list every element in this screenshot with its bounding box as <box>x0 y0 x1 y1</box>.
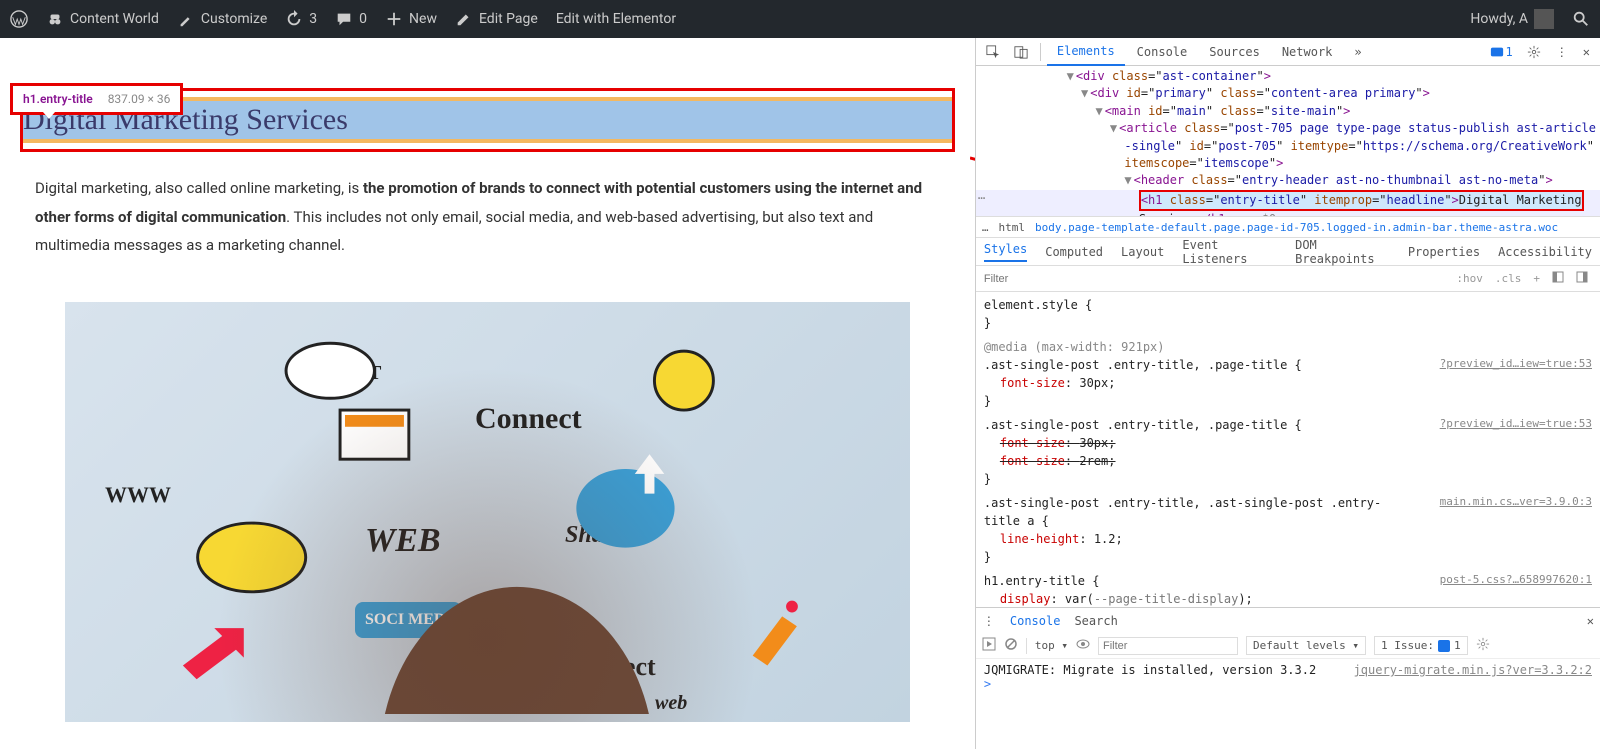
kebab-icon[interactable]: ⋮ <box>1549 41 1575 63</box>
cls-toggle[interactable]: .cls <box>1489 272 1528 285</box>
close-icon[interactable]: ✕ <box>1577 41 1596 63</box>
tooltip-selector: h1.entry-title <box>23 92 93 106</box>
dom-selected-h1[interactable]: <h1 class="entry-title" itemprop="headli… <box>1139 190 1584 211</box>
inspect-icon[interactable] <box>980 41 1006 63</box>
search-icon[interactable] <box>1572 10 1590 28</box>
sidebar-toggle-icon[interactable] <box>1570 271 1594 286</box>
customize-link[interactable]: Customize <box>177 10 267 28</box>
issues-badge[interactable]: 1 <box>1484 41 1519 63</box>
wp-logo[interactable] <box>10 10 28 28</box>
inspect-tooltip: h1.entry-title 837.09 × 36 <box>10 83 183 115</box>
tab-layout[interactable]: Layout <box>1121 245 1164 259</box>
tab-properties[interactable]: Properties <box>1408 245 1480 259</box>
dom-tree[interactable]: ▼<div class="ast-container"> ▼<div id="p… <box>976 66 1600 216</box>
eye-icon[interactable] <box>1076 637 1090 654</box>
page-paragraph: Digital marketing, also called online ma… <box>0 152 975 282</box>
styles-rules[interactable]: element.style { } @media (max-width: 921… <box>976 292 1600 607</box>
new-link[interactable]: New <box>385 10 437 28</box>
hero-image: CHAT Connect WWW WEB Share nnect web SOC… <box>65 302 910 722</box>
comments-link[interactable]: 0 <box>335 10 367 28</box>
updates-link[interactable]: 3 <box>285 10 317 28</box>
console-output[interactable]: JQMIGRATE: Migrate is installed, version… <box>976 659 1600 749</box>
styles-filter-input[interactable] <box>982 271 1451 287</box>
hov-toggle[interactable]: :hov <box>1450 272 1489 285</box>
console-issues-button[interactable]: 1 Issue: 1 <box>1374 636 1468 655</box>
console-filter-input[interactable] <box>1098 637 1238 655</box>
console-source-link[interactable]: jquery-migrate.min.js?ver=3.3.2:2 <box>1354 663 1592 677</box>
context-selector[interactable]: top ▾ <box>1035 639 1068 652</box>
devtools-panel: Elements Console Sources Network » 1 ⋮ ✕… <box>975 38 1600 749</box>
gear-icon[interactable] <box>1521 41 1547 63</box>
tab-more[interactable]: » <box>1344 39 1371 65</box>
console-message: JQMIGRATE: Migrate is installed, version… <box>984 663 1316 677</box>
device-toggle-icon[interactable] <box>1008 41 1034 63</box>
console-controls: top ▾ Default levels ▾ 1 Issue: 1 <box>976 633 1600 659</box>
tab-sources[interactable]: Sources <box>1199 39 1270 65</box>
rule-source-link[interactable]: main.min.cs…ver=3.9.0:3 <box>1440 494 1592 511</box>
tab-computed[interactable]: Computed <box>1045 245 1103 259</box>
tab-styles[interactable]: Styles <box>984 242 1027 262</box>
site-name-label: Content World <box>70 11 159 27</box>
tab-accessibility[interactable]: Accessibility <box>1498 245 1592 259</box>
computed-toggle-icon[interactable] <box>1546 271 1570 286</box>
tab-dom-breakpoints[interactable]: DOM Breakpoints <box>1295 238 1390 266</box>
console-drawer-tabs: ⋮ Console Search ✕ <box>976 607 1600 633</box>
avatar <box>1534 9 1554 29</box>
rule-source-link[interactable]: ?preview_id…iew=true:53 <box>1440 416 1592 433</box>
page-preview: h1.entry-title 837.09 × 36 Digital Marke… <box>0 38 975 749</box>
drawer-tab-search[interactable]: Search <box>1074 614 1117 628</box>
annotation-arrow <box>970 138 975 208</box>
edit-elementor-link[interactable]: Edit with Elementor <box>556 11 676 27</box>
doodle-layer <box>65 302 910 715</box>
tooltip-dimensions: 837.09 × 36 <box>108 92 171 106</box>
log-levels-selector[interactable]: Default levels ▾ <box>1246 636 1366 655</box>
rule-source-link[interactable]: post-5.css?…658997620:1 <box>1440 572 1592 589</box>
clear-console-icon[interactable] <box>1004 637 1018 654</box>
console-gear-icon[interactable] <box>1476 637 1490 654</box>
drawer-close-icon[interactable]: ✕ <box>1587 614 1594 628</box>
console-prompt[interactable]: > <box>984 677 991 691</box>
styles-tabs: Styles Computed Layout Event Listeners D… <box>976 238 1600 266</box>
tab-console[interactable]: Console <box>1127 39 1198 65</box>
console-sidebar-icon[interactable] <box>982 637 996 654</box>
site-name-link[interactable]: Content World <box>46 10 159 28</box>
tab-elements[interactable]: Elements <box>1047 38 1125 66</box>
edit-page-link[interactable]: Edit Page <box>455 10 538 28</box>
styles-filter-bar: :hov .cls + <box>976 266 1600 292</box>
howdy-link[interactable]: Howdy, A <box>1470 9 1554 29</box>
new-rule-icon[interactable]: + <box>1527 272 1546 285</box>
tab-network[interactable]: Network <box>1272 39 1343 65</box>
breadcrumb[interactable]: … html body.page-template-default.page.p… <box>976 216 1600 238</box>
drawer-tab-console[interactable]: Console <box>1010 614 1061 628</box>
tab-listeners[interactable]: Event Listeners <box>1182 238 1277 266</box>
devtools-toolbar: Elements Console Sources Network » 1 ⋮ ✕ <box>976 38 1600 66</box>
drawer-menu-icon[interactable]: ⋮ <box>982 614 996 628</box>
wp-admin-bar: Content World Customize 3 0 New Edit Pag… <box>0 0 1600 38</box>
rule-source-link[interactable]: ?preview_id…iew=true:53 <box>1440 356 1592 373</box>
